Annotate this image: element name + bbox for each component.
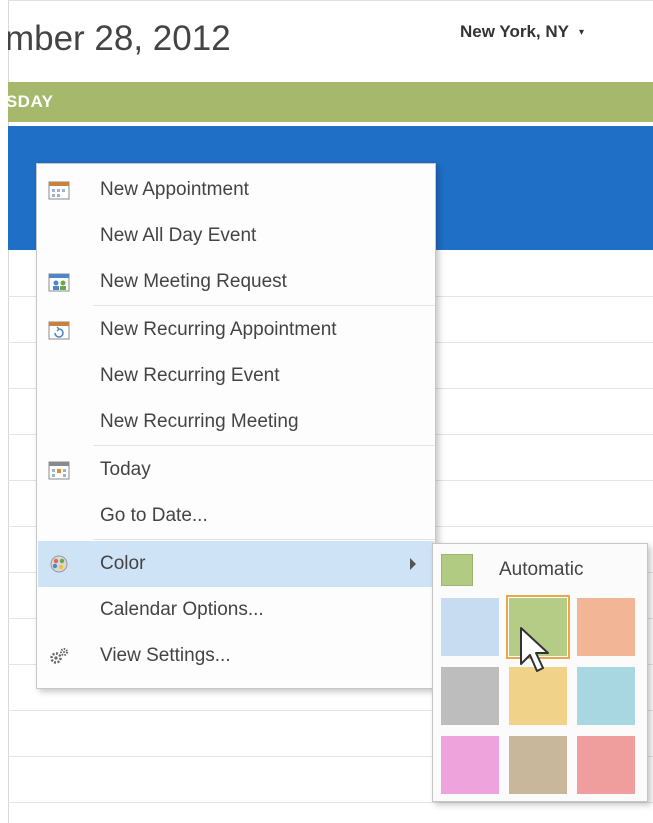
recurring-appointment-icon [48,321,70,340]
color-swatch[interactable] [441,667,499,725]
menu-item-label: Color [100,553,146,574]
view-settings-icon [50,648,68,664]
menu-item-new-recurring-appointment[interactable]: New Recurring Appointment [38,307,434,353]
menu-separator [93,445,435,446]
automatic-color-option[interactable]: Automatic [433,544,647,594]
menu-item-today[interactable]: Today [38,447,434,493]
menu-item-new-recurring-event[interactable]: New Recurring Event [38,353,434,399]
context-menu: New Appointment New All Day Event New Me… [36,163,436,689]
mouse-cursor-icon [520,627,549,672]
menu-item-label: New All Day Event [100,225,257,246]
appointment-icon [48,181,70,200]
menu-separator [93,539,435,540]
day-label: ESDAY [8,92,54,111]
calendar-top-border [8,0,653,1]
submenu-arrow-icon [410,558,416,570]
menu-item-label: New Appointment [100,179,249,200]
color-swatch[interactable] [577,667,635,725]
date-title: vember 28, 2012 [8,19,231,58]
today-icon [48,461,70,480]
time-slot-divider [8,802,653,803]
day-header: ESDAY [8,82,653,122]
meeting-request-icon [48,273,70,292]
automatic-color-label: Automatic [499,559,584,580]
menu-item-label: New Recurring Event [100,365,280,386]
menu-item-label: New Meeting Request [100,271,287,292]
location-selector[interactable]: New York, NY ▾ [460,22,584,42]
calendar-left-border [8,0,9,823]
menu-item-label: New Recurring Appointment [100,319,337,340]
color-icon [50,555,68,573]
automatic-color-swatch [441,554,473,586]
color-swatch[interactable] [441,736,499,794]
menu-item-label: New Recurring Meeting [100,411,299,432]
color-swatch[interactable] [509,736,567,794]
menu-item-calendar-options[interactable]: Calendar Options... [38,587,434,633]
chevron-down-icon: ▾ [578,27,584,38]
color-swatch[interactable] [577,736,635,794]
menu-item-color[interactable]: Color [38,541,434,587]
menu-separator [93,305,435,306]
menu-item-view-settings[interactable]: View Settings... [38,633,434,679]
menu-item-new-meeting-request[interactable]: New Meeting Request [38,259,434,305]
location-label: New York, NY [460,22,569,41]
color-swatch[interactable] [577,598,635,656]
menu-item-new-all-day-event[interactable]: New All Day Event [38,213,434,259]
menu-item-label: Today [100,459,151,480]
menu-item-new-recurring-meeting[interactable]: New Recurring Meeting [38,399,434,445]
menu-item-new-appointment[interactable]: New Appointment [38,167,434,213]
menu-item-go-to-date[interactable]: Go to Date... [38,493,434,539]
menu-item-label: Calendar Options... [100,599,264,620]
menu-item-label: Go to Date... [100,505,208,526]
color-swatch[interactable] [441,598,499,656]
menu-item-label: View Settings... [100,645,231,666]
